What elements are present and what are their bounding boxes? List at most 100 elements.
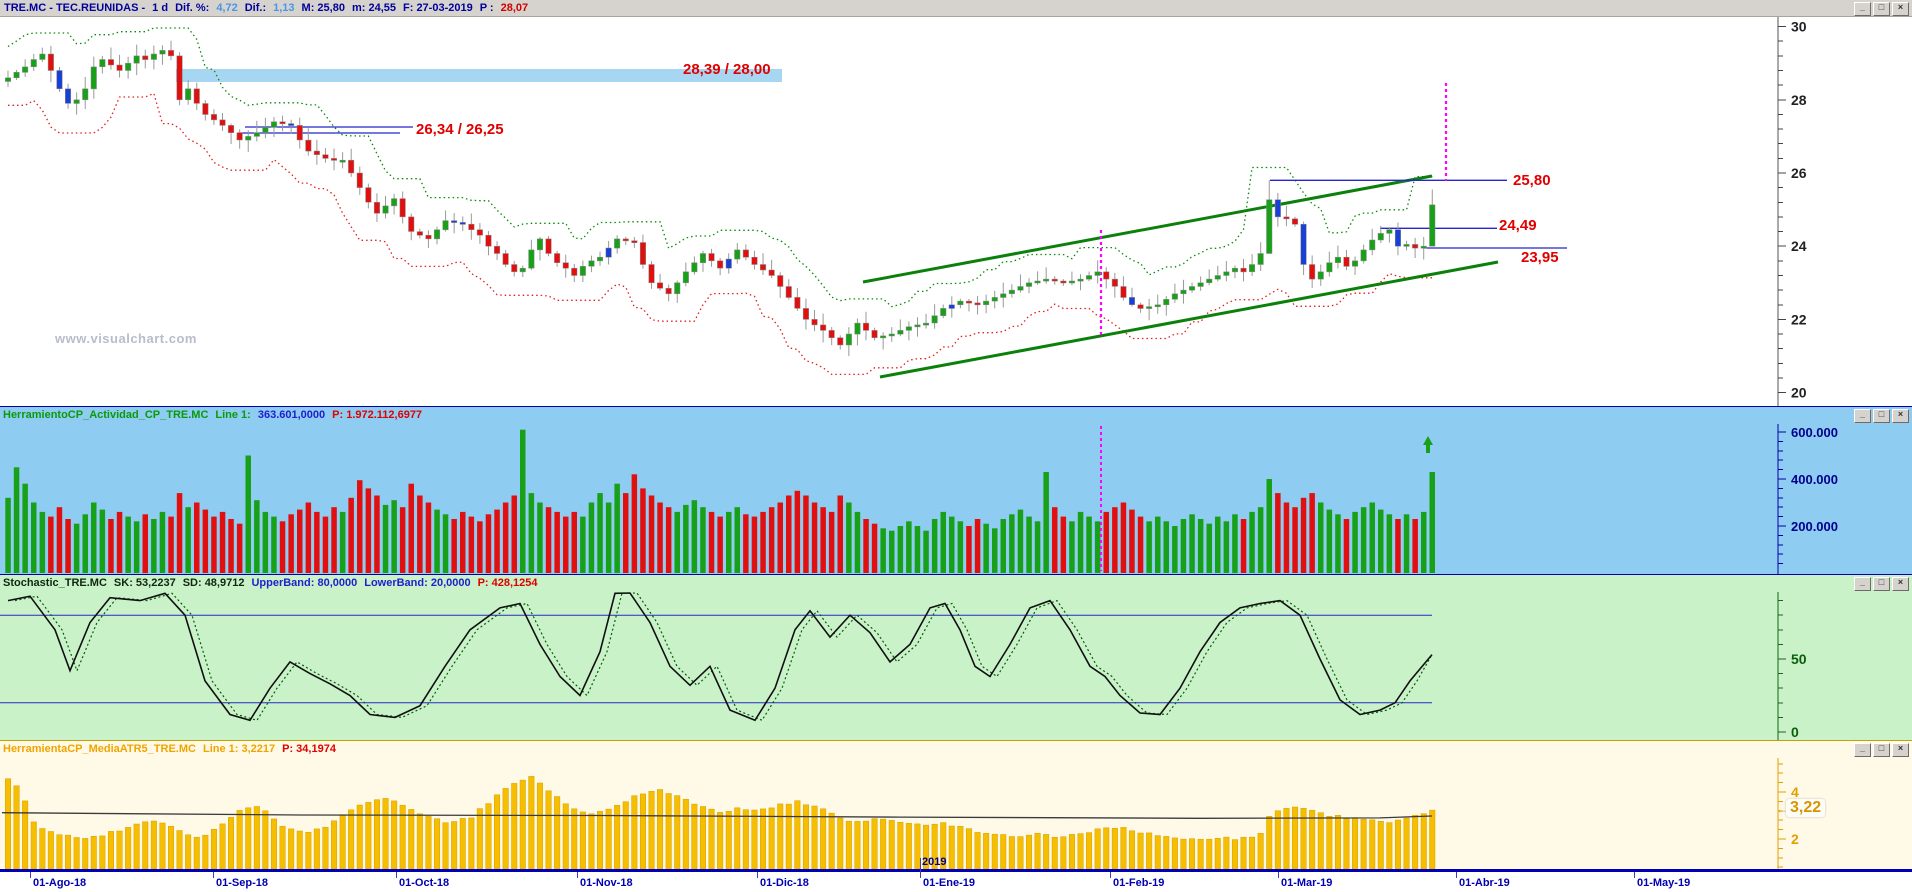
date-tick: [757, 872, 758, 878]
svg-text:24: 24: [1791, 238, 1807, 254]
stochastic-chart-canvas[interactable]: 0 50: [0, 592, 1912, 741]
volume-panel-buttons: _ □ ×: [1854, 409, 1909, 423]
header-segment: SD: 48,9712: [182, 577, 245, 589]
date-tick: [1110, 872, 1111, 878]
header-segment: P: 428,1254: [477, 577, 538, 589]
maximize-icon[interactable]: □: [1873, 409, 1890, 423]
svg-text:600.000: 600.000: [1791, 425, 1838, 440]
stochastic-axis: 0 50: [1777, 592, 1807, 741]
header-segment: 363.601,0000: [257, 409, 326, 421]
date-label: 01-May-19: [1637, 877, 1691, 889]
minimize-icon[interactable]: _: [1854, 743, 1871, 757]
header-segment: SK: 53,2237: [113, 577, 176, 589]
date-label: 01-Sep-18: [216, 877, 268, 889]
header-segment: HerramientaCP_MediaATR5_TRE.MC: [3, 743, 196, 755]
stochastic-panel[interactable]: Stochastic_TRE.MC SK: 53,2237 SD: 48,9712 U…: [0, 574, 1912, 741]
minimize-icon[interactable]: _: [1854, 2, 1871, 16]
level-label-2580: 25,80: [1513, 172, 1551, 189]
header-segment: HerramientoCP_Actividad_CP_TRE.MC: [3, 409, 209, 421]
header-segment: 1,13: [273, 2, 295, 14]
svg-text:50: 50: [1791, 651, 1807, 667]
stochastic-panel-buttons: _ □ ×: [1854, 577, 1909, 591]
date-tick: [577, 872, 578, 878]
svg-text:22: 22: [1791, 311, 1807, 327]
volume-chart-canvas[interactable]: 200.000 400.000 600.000: [0, 424, 1912, 575]
header-segment: m: 24,55: [351, 2, 396, 14]
buy-arrow-icon: [1423, 436, 1433, 453]
svg-text:400.000: 400.000: [1791, 472, 1838, 487]
close-icon[interactable]: ×: [1892, 2, 1909, 16]
visualchart-watermark: www.visualchart.com: [55, 331, 197, 346]
date-axis[interactable]: 01-Ago-18 01-Sep-18 01-Oct-18 01-Nov-18 01-D…: [0, 858, 1912, 892]
close-icon[interactable]: ×: [1892, 743, 1909, 757]
close-icon[interactable]: ×: [1892, 577, 1909, 591]
date-tick: [396, 872, 397, 878]
year-label: 2019: [922, 856, 947, 868]
window-titlebar[interactable]: TRE.MC - TEC.REUNIDAS - 1 d Dif. %: 4,72 Dif…: [0, 0, 1912, 17]
volume-panel-header: HerramientoCP_Actividad_CP_TRE.MC Line 1:…: [0, 407, 1912, 424]
atr-current-value-tag: 3,22: [1786, 799, 1826, 817]
header-segment: Line 1:: [215, 409, 251, 421]
volume-axis: 200.000 400.000 600.000: [1777, 424, 1838, 575]
atr-chart-canvas[interactable]: 24: [0, 758, 1912, 870]
svg-text:2: 2: [1791, 831, 1799, 847]
date-tick: [1456, 872, 1457, 878]
date-label: 01-Feb-19: [1113, 877, 1165, 889]
atr-panel[interactable]: HerramientaCP_MediaATR5_TRE.MC Line 1: 3,…: [0, 740, 1912, 870]
resistance-zone-label: 28,39 / 28,00: [683, 61, 771, 78]
price-chart-panel[interactable]: 20 22 24 26 28 30 www.visualchart.com 28,39 /…: [0, 17, 1912, 406]
date-tick: [920, 858, 921, 878]
maximize-icon[interactable]: □: [1873, 743, 1890, 757]
support-note-label: 26,34 / 26,25: [416, 121, 504, 138]
volume-bars: [5, 429, 1435, 574]
lower-channel-line: [879, 260, 1499, 379]
price-chart-canvas[interactable]: 20 22 24 26 28 30: [0, 17, 1912, 406]
header-segment: M: 25,80: [301, 2, 345, 14]
date-tick: [30, 872, 31, 878]
header-segment: 28,07: [500, 2, 529, 14]
header-segment: 4,72: [216, 2, 238, 14]
price-axis: 20 22 24 26 28 30: [1777, 17, 1807, 406]
atr-panel-buttons: _ □ ×: [1854, 743, 1909, 757]
level-label-2395: 23,95: [1521, 249, 1559, 266]
date-label: 01-Mar-19: [1281, 877, 1333, 889]
minimize-icon[interactable]: _: [1854, 577, 1871, 591]
date-label: 01-Oct-18: [399, 877, 450, 889]
header-segment: Stochastic_TRE.MC: [3, 577, 107, 589]
svg-text:4: 4: [1791, 784, 1799, 800]
date-tick: [1278, 872, 1279, 878]
volume-panel[interactable]: HerramientoCP_Actividad_CP_TRE.MC Line 1:…: [0, 406, 1912, 575]
svg-text:30: 30: [1791, 19, 1807, 35]
header-segment: Line 1: 3,2217: [202, 743, 276, 755]
close-icon[interactable]: ×: [1892, 409, 1909, 423]
level-label-2449: 24,49: [1499, 217, 1537, 234]
svg-text:20: 20: [1791, 385, 1807, 401]
maximize-icon[interactable]: □: [1873, 577, 1890, 591]
header-segment: TRE.MC - TEC.REUNIDAS -: [4, 2, 146, 14]
date-label: 01-Abr-19: [1459, 877, 1510, 889]
stochastic-sd-line: [14, 592, 1433, 722]
svg-text:26: 26: [1791, 165, 1807, 181]
candlesticks: [5, 40, 1436, 357]
header-segment: P :: [479, 2, 494, 14]
stochastic-sk-line: [7, 592, 1433, 722]
window-buttons: _ □ ×: [1854, 2, 1909, 16]
date-tick: [1634, 872, 1635, 878]
header-segment: F: 27-03-2019: [403, 2, 473, 14]
date-tick: [213, 872, 214, 878]
header-segment: UpperBand: 80,0000: [251, 577, 358, 589]
header-segment: 1 d: [152, 2, 169, 14]
header-segment: Dif. %:: [175, 2, 210, 14]
maximize-icon[interactable]: □: [1873, 2, 1890, 16]
header-segment: LowerBand: 20,0000: [364, 577, 471, 589]
atr-media-line: [1, 812, 1433, 819]
minimize-icon[interactable]: _: [1854, 409, 1871, 423]
header-segment: Dif.:: [244, 2, 267, 14]
svg-text:28: 28: [1791, 92, 1807, 108]
header-segment: P: 34,1974: [282, 743, 336, 755]
atr-bars: [5, 776, 1436, 870]
date-label: 01-Nov-18: [580, 877, 633, 889]
stochastic-panel-header: Stochastic_TRE.MC SK: 53,2237 SD: 48,9712 U…: [0, 575, 1912, 592]
svg-text:200.000: 200.000: [1791, 519, 1838, 534]
date-label: 01-Dic-18: [760, 877, 809, 889]
